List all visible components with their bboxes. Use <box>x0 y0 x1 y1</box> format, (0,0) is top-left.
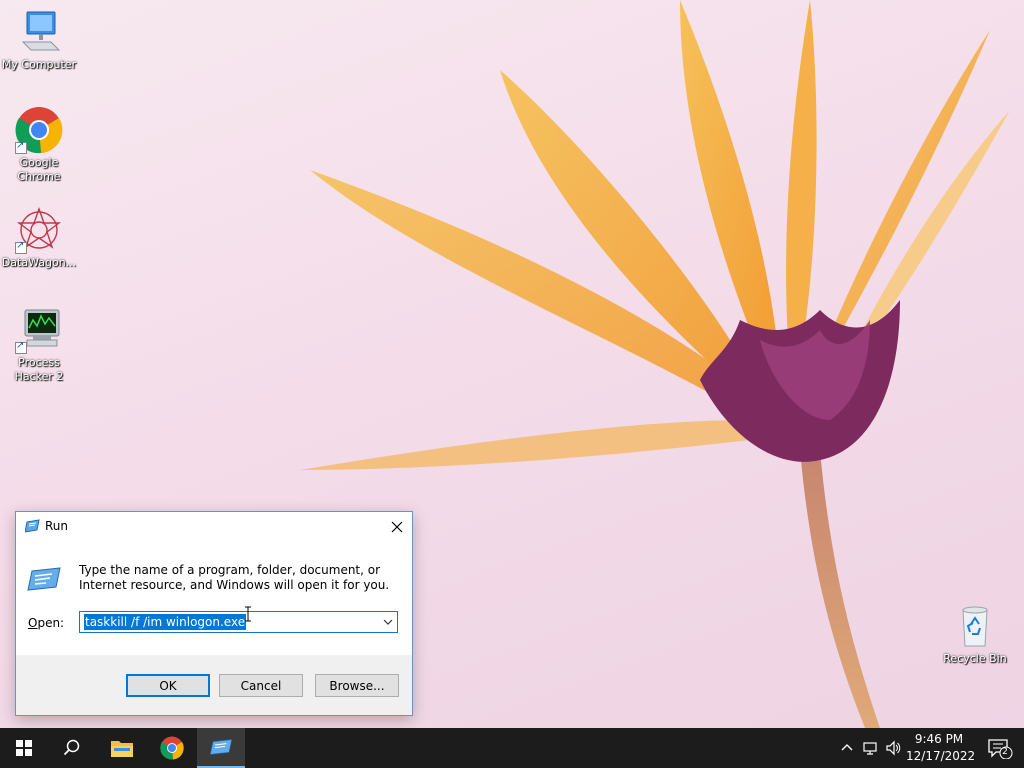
network-icon[interactable] <box>863 740 879 756</box>
run-footer: OK Cancel Browse... <box>16 655 412 715</box>
desktop-icon-google-chrome[interactable]: Google Chrome <box>1 106 77 184</box>
taskbar-file-explorer[interactable] <box>98 728 146 768</box>
open-dropdown-button[interactable] <box>379 612 397 632</box>
run-title: Run <box>45 519 69 533</box>
shortcut-arrow-icon <box>15 340 27 354</box>
run-description: Type the name of a program, folder, docu… <box>79 563 390 592</box>
chevron-down-icon <box>383 619 393 625</box>
browse-button[interactable]: Browse... <box>315 674 399 697</box>
open-combobox[interactable]: taskkill /f /im winlogon.exe <box>79 611 398 633</box>
desktop-icon-process-hacker[interactable]: Process Hacker 2 <box>1 306 77 384</box>
process-hacker-icon <box>15 306 63 354</box>
run-body: Type the name of a program, folder, docu… <box>16 541 412 655</box>
taskbar: 9:46 PM 12/17/2022 2 <box>0 728 1024 768</box>
run-title-bar[interactable]: Run <box>16 512 412 541</box>
close-icon <box>391 521 403 532</box>
windows-logo-icon <box>16 740 32 756</box>
start-button[interactable] <box>0 728 48 768</box>
run-program-icon <box>26 567 62 591</box>
ibeam-cursor-icon <box>245 606 251 622</box>
shortcut-arrow-icon <box>15 240 27 254</box>
run-dialog: Run Type the name of a program, folder, … <box>15 511 413 716</box>
close-button[interactable] <box>382 512 412 541</box>
ok-button[interactable]: OK <box>126 674 210 697</box>
search-button[interactable] <box>48 728 96 768</box>
desktop-icon-label: Google Chrome <box>17 156 61 183</box>
datawagon-icon <box>15 206 63 254</box>
clock-time: 9:46 PM <box>914 732 964 746</box>
taskbar-chrome[interactable] <box>148 728 196 768</box>
notification-count-badge: 2 <box>1002 747 1008 757</box>
cancel-button[interactable]: Cancel <box>219 674 303 697</box>
clock-date: 12/17/2022 <box>906 749 976 763</box>
desktop-icon-label: Recycle Bin <box>943 652 1007 665</box>
run-icon <box>209 739 233 755</box>
computer-icon <box>15 8 63 56</box>
desktop-icon-my-computer[interactable]: My Computer <box>1 8 77 72</box>
open-input[interactable]: taskkill /f /im winlogon.exe <box>84 614 247 630</box>
action-center-button[interactable]: 2 <box>980 728 1020 768</box>
shortcut-arrow-icon <box>15 140 27 154</box>
desktop-icon-label: My Computer <box>1 58 77 71</box>
desktop-icon-label: DataWagon... <box>1 256 77 269</box>
search-icon <box>63 739 80 756</box>
show-hidden-icons-chevron-icon[interactable] <box>839 740 855 756</box>
desktop-icon-datawagon[interactable]: DataWagon... <box>1 206 77 270</box>
run-icon <box>24 519 41 533</box>
taskbar-clock[interactable]: 9:46 PM 12/17/2022 <box>906 731 976 765</box>
desktop-icon-label: Process Hacker 2 <box>14 356 64 383</box>
folder-icon <box>111 741 133 757</box>
taskbar-run[interactable] <box>197 728 245 768</box>
desktop-icon-recycle-bin[interactable]: Recycle Bin <box>937 602 1013 666</box>
chrome-icon <box>15 106 63 154</box>
open-label: Open: <box>28 616 65 630</box>
recycle-bin-icon <box>951 602 999 650</box>
volume-icon[interactable] <box>885 740 901 756</box>
chrome-icon <box>160 736 184 760</box>
